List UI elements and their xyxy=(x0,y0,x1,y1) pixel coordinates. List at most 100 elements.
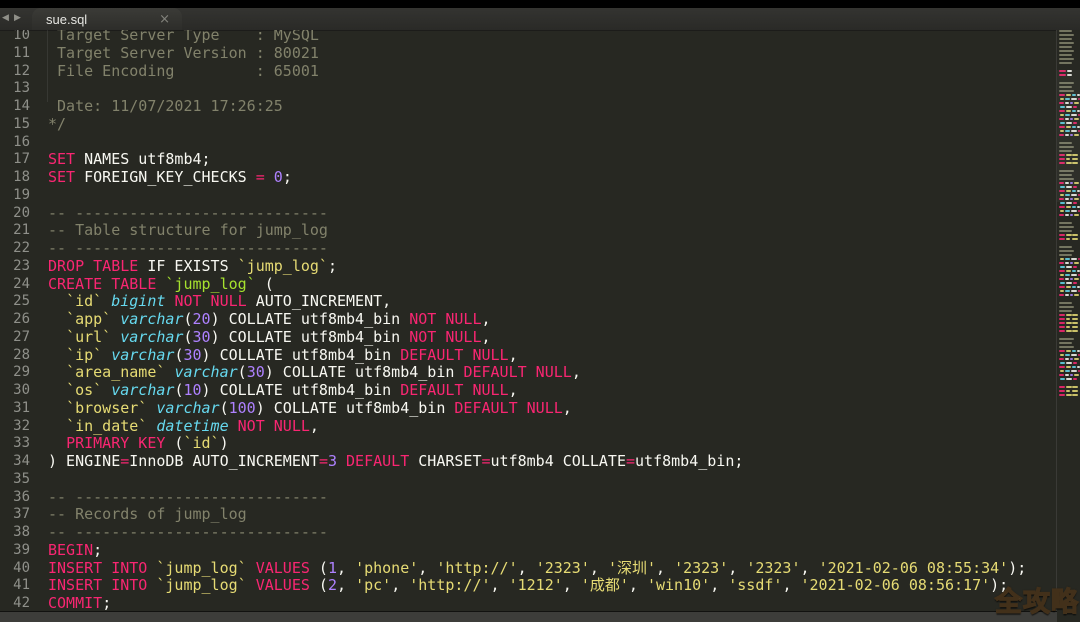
minimap-viewport[interactable] xyxy=(1057,70,1080,202)
line-number: 34 xyxy=(0,453,30,471)
code-line[interactable]: 20 -- ---------------------------- xyxy=(0,205,1057,223)
code-line[interactable]: 27 `url` varchar(30) COLLATE utf8mb4_bin… xyxy=(0,329,1057,347)
code-line[interactable]: 15 */ xyxy=(0,116,1057,134)
line-content: File Encoding : 65001 xyxy=(48,63,319,81)
code-line[interactable]: 35 xyxy=(0,471,1057,489)
line-content: SET NAMES utf8mb4; xyxy=(48,151,211,169)
line-content: */ xyxy=(48,116,66,134)
code-line[interactable]: 13 xyxy=(0,80,1057,98)
line-content: -- ---------------------------- xyxy=(48,524,328,542)
line-content: -- ---------------------------- xyxy=(48,205,328,223)
code-line[interactable]: 29 `area_name` varchar(30) COLLATE utf8m… xyxy=(0,364,1057,382)
line-number: 30 xyxy=(0,382,30,400)
line-number: 31 xyxy=(0,400,30,418)
line-number: 20 xyxy=(0,205,30,223)
code-line[interactable]: 38 -- ---------------------------- xyxy=(0,524,1057,542)
code-line[interactable]: 24 CREATE TABLE `jump_log` ( xyxy=(0,276,1057,294)
code-line[interactable]: 37 -- Records of jump_log xyxy=(0,506,1057,524)
code-line[interactable]: 16 xyxy=(0,134,1057,152)
close-icon[interactable]: × xyxy=(159,13,170,26)
line-content: `os` varchar(10) COLLATE utf8mb4_bin DEF… xyxy=(48,382,518,400)
code-line[interactable]: 28 `ip` varchar(30) COLLATE utf8mb4_bin … xyxy=(0,347,1057,365)
code-line[interactable]: 18 SET FOREIGN_KEY_CHECKS = 0; xyxy=(0,169,1057,187)
tab-label: sue.sql xyxy=(32,12,159,27)
line-number: 13 xyxy=(0,80,30,98)
line-content: `url` varchar(30) COLLATE utf8mb4_bin NO… xyxy=(48,329,491,347)
line-number: 16 xyxy=(0,134,30,152)
tab-scroll-right-icon[interactable]: ▶ xyxy=(14,13,21,23)
code-line[interactable]: 14 Date: 11/07/2021 17:26:25 xyxy=(0,98,1057,116)
line-content: Target Server Version : 80021 xyxy=(48,45,319,63)
line-number: 15 xyxy=(0,116,30,134)
line-content: `area_name` varchar(30) COLLATE utf8mb4_… xyxy=(48,364,581,382)
code-line[interactable]: 41 INSERT INTO `jump_log` VALUES (2, 'pc'… xyxy=(0,577,1057,595)
line-content: INSERT INTO `jump_log` VALUES (2, 'pc', … xyxy=(48,577,1008,595)
line-content: PRIMARY KEY (`id`) xyxy=(48,435,229,453)
minimap[interactable] xyxy=(1056,30,1080,622)
line-number: 14 xyxy=(0,98,30,116)
line-number: 23 xyxy=(0,258,30,276)
line-content: Target Server Type : MySQL xyxy=(48,30,319,45)
code-line[interactable]: 26 `app` varchar(20) COLLATE utf8mb4_bin… xyxy=(0,311,1057,329)
line-number: 41 xyxy=(0,577,30,595)
line-number: 18 xyxy=(0,169,30,187)
line-number: 25 xyxy=(0,293,30,311)
line-number: 28 xyxy=(0,347,30,365)
tab-sue-sql[interactable]: sue.sql × xyxy=(32,8,182,30)
code-line[interactable]: 23 DROP TABLE IF EXISTS `jump_log`; xyxy=(0,258,1057,276)
line-number: 12 xyxy=(0,63,30,81)
code-lines: 10 Target Server Type : MySQL11 Target S… xyxy=(0,30,1057,613)
code-line[interactable]: 22 -- ---------------------------- xyxy=(0,240,1057,258)
code-line[interactable]: 39 BEGIN; xyxy=(0,542,1057,560)
line-number: 33 xyxy=(0,435,30,453)
line-content: CREATE TABLE `jump_log` ( xyxy=(48,276,274,294)
line-number: 36 xyxy=(0,489,30,507)
line-content: BEGIN; xyxy=(48,542,102,560)
line-content: INSERT INTO `jump_log` VALUES (1, 'phone… xyxy=(48,560,1026,578)
line-content: ) ENGINE=InnoDB AUTO_INCREMENT=3 DEFAULT… xyxy=(48,453,743,471)
line-number: 10 xyxy=(0,30,30,45)
code-line[interactable]: 40 INSERT INTO `jump_log` VALUES (1, 'pho… xyxy=(0,560,1057,578)
line-number: 35 xyxy=(0,471,30,489)
line-number: 21 xyxy=(0,222,30,240)
line-number: 19 xyxy=(0,187,30,205)
editor-window: ◀ ▶ sue.sql × 10 Target Server Type : My… xyxy=(0,0,1080,622)
line-number: 38 xyxy=(0,524,30,542)
code-editor[interactable]: 10 Target Server Type : MySQL11 Target S… xyxy=(0,30,1057,622)
line-number: 17 xyxy=(0,151,30,169)
code-line[interactable]: 36 -- ---------------------------- xyxy=(0,489,1057,507)
code-line[interactable]: 11 Target Server Version : 80021 xyxy=(0,45,1057,63)
code-line[interactable]: 21 -- Table structure for jump_log xyxy=(0,222,1057,240)
line-number: 24 xyxy=(0,276,30,294)
tab-scroll-left-icon[interactable]: ◀ xyxy=(2,13,9,23)
tab-bar: ◀ ▶ sue.sql × xyxy=(0,8,1080,30)
code-line[interactable]: 12 File Encoding : 65001 xyxy=(0,63,1057,81)
line-content: `browser` varchar(100) COLLATE utf8mb4_b… xyxy=(48,400,572,418)
code-line[interactable]: 34 ) ENGINE=InnoDB AUTO_INCREMENT=3 DEFAU… xyxy=(0,453,1057,471)
line-content: -- Records of jump_log xyxy=(48,506,247,524)
line-number: 29 xyxy=(0,364,30,382)
line-content: -- ---------------------------- xyxy=(48,489,328,507)
code-line[interactable]: 30 `os` varchar(10) COLLATE utf8mb4_bin … xyxy=(0,382,1057,400)
code-line[interactable]: 31 `browser` varchar(100) COLLATE utf8mb… xyxy=(0,400,1057,418)
code-line[interactable]: 33 PRIMARY KEY (`id`) xyxy=(0,435,1057,453)
line-number: 40 xyxy=(0,560,30,578)
line-number: 26 xyxy=(0,311,30,329)
code-line[interactable]: 19 xyxy=(0,187,1057,205)
line-content: DROP TABLE IF EXISTS `jump_log`; xyxy=(48,258,337,276)
watermark: 全攻略 xyxy=(995,580,1079,619)
line-content: `ip` varchar(30) COLLATE utf8mb4_bin DEF… xyxy=(48,347,518,365)
code-line[interactable]: 10 Target Server Type : MySQL xyxy=(0,30,1057,45)
line-content: -- Table structure for jump_log xyxy=(48,222,328,240)
code-line[interactable]: 17 SET NAMES utf8mb4; xyxy=(0,151,1057,169)
line-content: `id` bigint NOT NULL AUTO_INCREMENT, xyxy=(48,293,391,311)
line-content: SET FOREIGN_KEY_CHECKS = 0; xyxy=(48,169,292,187)
code-line[interactable]: 25 `id` bigint NOT NULL AUTO_INCREMENT, xyxy=(0,293,1057,311)
line-number: 39 xyxy=(0,542,30,560)
line-number: 11 xyxy=(0,45,30,63)
horizontal-scrollbar[interactable] xyxy=(0,611,1057,622)
line-number: 22 xyxy=(0,240,30,258)
code-line[interactable]: 32 `in_date` datetime NOT NULL, xyxy=(0,418,1057,436)
line-content: -- ---------------------------- xyxy=(48,240,328,258)
line-number: 37 xyxy=(0,506,30,524)
